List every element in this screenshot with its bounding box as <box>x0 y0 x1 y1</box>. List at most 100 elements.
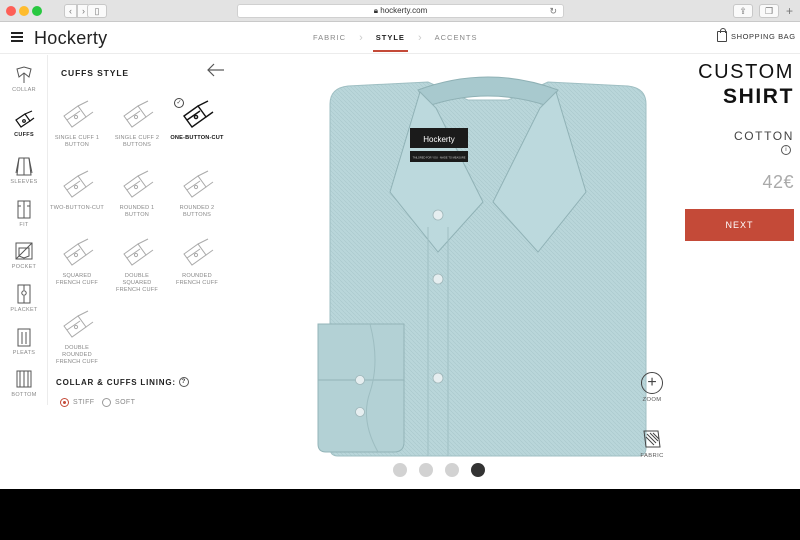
lock-icon: 🔒︎ <box>373 6 379 15</box>
sleeves-icon <box>15 157 33 176</box>
zoom-plus-icon: + <box>641 372 663 394</box>
collar-icon <box>16 66 32 83</box>
carousel-dot[interactable] <box>419 463 433 477</box>
style-category-sidebar: COLLAR CUFFS SLEEVES FIT POCKET PLACKET … <box>0 55 48 405</box>
lining-option-soft[interactable]: SOFT <box>102 398 135 407</box>
shopping-bag-link[interactable]: SHOPPING BAG <box>717 28 796 42</box>
sidebar-item-sleeves[interactable]: SLEEVES <box>0 155 48 185</box>
lining-section: COLLAR & CUFFS LINING: ? <box>56 377 189 387</box>
cuff-icon <box>63 238 94 266</box>
cuff-option-single-cuff-1-button[interactable]: SINGLE CUFF 1 BUTTON <box>50 100 104 149</box>
carousel-dot-active[interactable] <box>471 463 485 477</box>
lining-option-label: SOFT <box>115 399 136 406</box>
sidebar-item-label: FIT <box>19 222 29 228</box>
pocket-icon <box>15 242 33 260</box>
sidebar-item-label: PLACKET <box>10 307 38 313</box>
cuff-icon <box>123 238 154 266</box>
cuff-option-rounded-french-cuff[interactable]: ROUNDED FRENCH CUFF <box>170 238 224 287</box>
cuff-option-double-rounded-french-cuff[interactable]: DOUBLE ROUNDED FRENCH CUFF <box>50 310 104 366</box>
cuff-option-squared-french-cuff[interactable]: SQUARED FRENCH CUFF <box>50 238 104 287</box>
shirt-label-brand: Hockerty <box>423 135 455 144</box>
cuff-icon <box>63 100 94 128</box>
cuff-option-label: DOUBLE ROUNDED FRENCH CUFF <box>56 345 98 365</box>
product-title-line1: CUSTOM <box>698 61 794 83</box>
sidebar-item-label: POCKET <box>11 264 37 270</box>
site-header: Hockerty FABRIC › STYLE › ACCENTS SHOPPI… <box>0 22 800 54</box>
step-nav: FABRIC › STYLE › ACCENTS <box>300 22 490 54</box>
shirt-preview[interactable]: Hockerty TAILORED FOR YOU · MADE TO MEAS… <box>308 52 668 462</box>
back-arrow-icon[interactable] <box>206 62 226 78</box>
back-icon[interactable]: ‹ <box>64 4 77 18</box>
placket-icon <box>17 284 31 304</box>
share-icon[interactable]: ⇪ <box>733 4 753 18</box>
lining-option-label: STIFF <box>73 399 95 406</box>
carousel-dot[interactable] <box>445 463 459 477</box>
sidebar-item-label: COLLAR <box>12 87 36 93</box>
product-title-line2: SHIRT <box>723 85 794 108</box>
cuff-option-label: ROUNDED 2 BUTTONS <box>179 205 215 218</box>
bottom-icon <box>16 370 32 388</box>
menu-icon[interactable] <box>11 32 23 42</box>
shopping-bag-icon <box>717 28 727 42</box>
cuff-icon <box>183 238 214 266</box>
lining-option-stiff[interactable]: STIFF <box>60 398 94 407</box>
radio-stiff[interactable] <box>60 398 69 407</box>
step-fabric[interactable]: FABRIC <box>300 22 359 54</box>
fabric-swatch-icon <box>643 430 661 448</box>
sidebar-item-bottom[interactable]: BOTTOM <box>0 368 48 398</box>
cuff-icon <box>63 170 94 198</box>
panel-title: CUFFS STYLE <box>61 68 129 78</box>
browser-window: ‹ › ▯ 🔒︎ hockerty.com ↻ ⇪ ❐ + Hockerty F… <box>0 0 800 489</box>
cuff-option-label: ROUNDED FRENCH CUFF <box>176 273 218 286</box>
next-button[interactable]: NEXT <box>685 209 794 241</box>
fabric-button[interactable]: FABRIC <box>632 428 672 459</box>
step-accents[interactable]: ACCENTS <box>422 22 491 54</box>
cuff-option-rounded-2-buttons[interactable]: ROUNDED 2 BUTTONS <box>170 170 224 219</box>
shopping-bag-label: SHOPPING BAG <box>731 32 796 41</box>
carousel-dot[interactable] <box>393 463 407 477</box>
cuff-option-two-button-cut[interactable]: TWO-BUTTON-CUT <box>50 170 104 212</box>
minimize-window-button[interactable] <box>19 6 29 16</box>
cuff-option-label: DOUBLE SQUARED FRENCH CUFF <box>116 273 158 293</box>
sidebar-item-cuffs[interactable]: CUFFS <box>0 110 48 138</box>
address-bar[interactable]: 🔒︎ hockerty.com ↻ <box>237 4 564 18</box>
sidebar-item-label: SLEEVES <box>10 179 38 185</box>
zoom-label: ZOOM <box>642 397 662 403</box>
cuff-icon <box>183 170 214 198</box>
cuff-icon <box>123 170 154 198</box>
cuffs-icon <box>15 110 35 128</box>
info-icon[interactable]: i <box>781 145 791 155</box>
fit-icon <box>17 200 31 219</box>
reload-icon[interactable]: ↻ <box>549 5 557 17</box>
sidebar-item-pleats[interactable]: PLEATS <box>0 326 48 356</box>
lining-title: COLLAR & CUFFS LINING: <box>56 377 176 387</box>
radio-soft[interactable] <box>102 398 111 407</box>
sidebar-item-collar[interactable]: COLLAR <box>0 65 48 93</box>
shirt-label-sub: TAILORED FOR YOU · MADE TO MEASURE <box>413 156 466 160</box>
maximize-window-button[interactable] <box>32 6 42 16</box>
zoom-button[interactable]: + ZOOM <box>632 372 672 403</box>
cuff-icon <box>123 100 154 128</box>
cuff-option-rounded-1-button[interactable]: ROUNDED 1 BUTTON <box>110 170 164 219</box>
tabs-icon[interactable]: ❐ <box>759 4 779 18</box>
sidebar-item-placket[interactable]: PLACKET <box>0 283 48 313</box>
help-icon[interactable]: ? <box>178 377 189 387</box>
fabric-name: COTTON <box>733 129 794 143</box>
step-style[interactable]: STYLE <box>363 22 418 54</box>
sidebar-item-fit[interactable]: FIT <box>0 198 48 228</box>
browser-toolbar: ‹ › ▯ 🔒︎ hockerty.com ↻ ⇪ ❐ + <box>0 0 800 22</box>
cuff-option-label: SQUARED FRENCH CUFF <box>56 273 98 286</box>
pleats-icon <box>17 328 31 347</box>
sidebar-icon[interactable]: ▯ <box>87 4 107 18</box>
sidebar-item-label: CUFFS <box>14 132 34 138</box>
site-logo[interactable]: Hockerty <box>34 28 107 49</box>
cuff-option-one-button-cut[interactable]: ONE-BUTTON-CUT <box>170 100 224 142</box>
fabric-label: FABRIC <box>640 453 664 459</box>
close-window-button[interactable] <box>6 6 16 16</box>
url-text: hockerty.com <box>380 6 428 15</box>
cuff-option-double-squared-french-cuff[interactable]: DOUBLE SQUARED FRENCH CUFF <box>110 238 164 294</box>
new-tab-icon[interactable]: + <box>786 4 793 18</box>
sidebar-item-pocket[interactable]: POCKET <box>0 240 48 270</box>
cuff-option-label: SINGLE CUFF 2 BUTTONS <box>114 135 160 148</box>
cuff-option-single-cuff-2-buttons[interactable]: SINGLE CUFF 2 BUTTONS <box>110 100 164 149</box>
